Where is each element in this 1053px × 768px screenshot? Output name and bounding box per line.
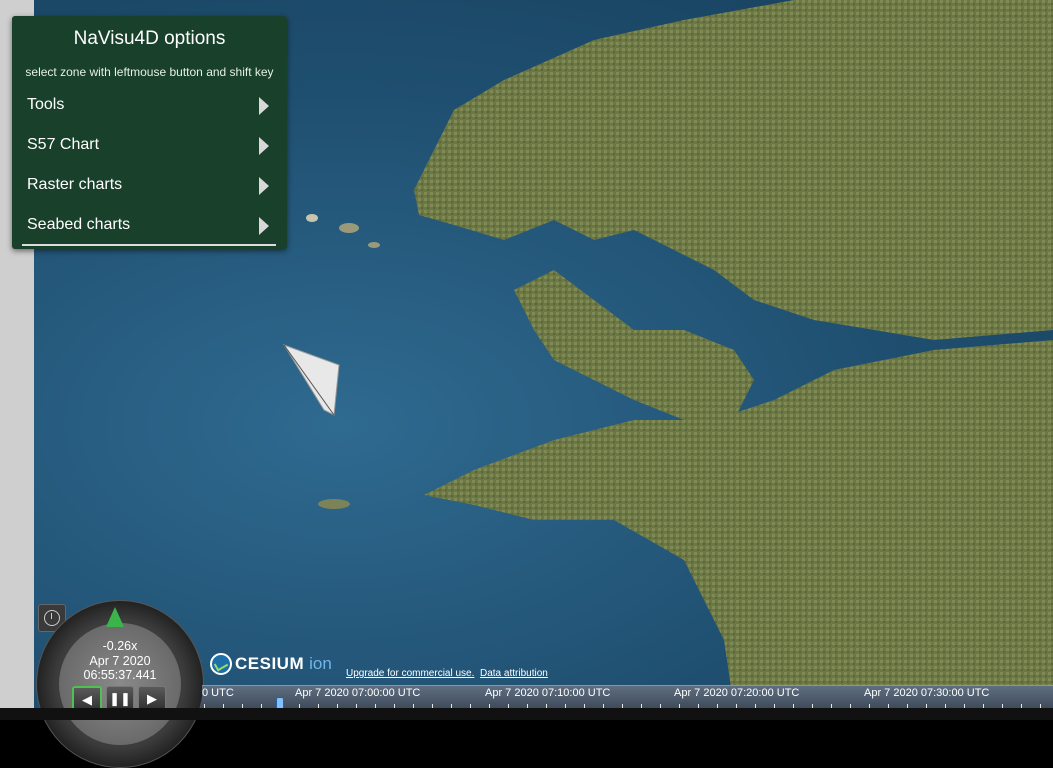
- clock-icon: [44, 610, 60, 626]
- animation-speed: -0.26x: [102, 639, 138, 653]
- data-attribution-link[interactable]: Data attribution: [480, 668, 548, 679]
- island-sein: [318, 499, 350, 509]
- animation-date: Apr 7 2020: [89, 654, 151, 668]
- cesium-ion-logo[interactable]: CESIUM ion: [210, 651, 332, 676]
- submenu-arrow-icon: [259, 97, 269, 115]
- menu-item-label: S57 Chart: [27, 136, 100, 153]
- logo-ion-text: ion: [309, 653, 332, 673]
- bottom-border: [0, 708, 1053, 720]
- timeline-label: Apr 7 2020 07:10:00 UTC: [485, 687, 611, 699]
- timeline[interactable]: 0 UTC Apr 7 2020 07:00:00 UTC Apr 7 2020…: [202, 685, 1053, 709]
- speed-needle-icon[interactable]: [106, 607, 124, 627]
- menu-item-s57-chart[interactable]: S57 Chart: [27, 127, 277, 163]
- timeline-label: Apr 7 2020 07:00:00 UTC: [295, 687, 421, 699]
- submenu-arrow-icon: [259, 217, 269, 235]
- submenu-arrow-icon: [259, 177, 269, 195]
- land-crozon: [514, 270, 754, 420]
- timeline-label: Apr 7 2020 07:30:00 UTC: [864, 687, 990, 699]
- play-reverse-icon: ◀: [82, 692, 92, 707]
- menu-divider: [22, 244, 276, 246]
- menu-item-tools[interactable]: Tools: [27, 87, 277, 123]
- menu-item-label: Tools: [27, 96, 65, 113]
- animation-time: 06:55:37.441: [83, 668, 157, 682]
- pause-icon: ❚❚: [109, 691, 131, 706]
- animation-widget: -0.26x Apr 7 2020 06:55:37.441 ◀ ❚❚ ▶: [36, 600, 204, 768]
- timeline-label: Apr 7 2020 07:20:00 UTC: [674, 687, 800, 699]
- island-ouessant: [306, 214, 318, 222]
- submenu-arrow-icon: [259, 137, 269, 155]
- menu-item-label: Raster charts: [27, 176, 123, 193]
- clock-hand: [51, 613, 52, 619]
- menu-item-raster-charts[interactable]: Raster charts: [27, 167, 277, 203]
- island-small: [368, 242, 380, 248]
- vessel-marker-icon[interactable]: [282, 344, 340, 416]
- menu-subtitle: select zone with leftmouse button and sh…: [25, 65, 274, 79]
- land-north: [414, 0, 1053, 340]
- menu-title: NaVisu4D options: [73, 28, 226, 49]
- upgrade-link[interactable]: Upgrade for commercial use.: [346, 668, 474, 679]
- menu-item-seabed-charts[interactable]: Seabed charts: [27, 207, 277, 243]
- logo-main-text: CESIUM: [235, 653, 305, 673]
- play-forward-icon: ▶: [147, 691, 157, 706]
- cesium-logo-icon: [210, 652, 232, 675]
- navisu-options-menu: NaVisu4D options select zone with leftmo…: [12, 16, 287, 249]
- menu-item-label: Seabed charts: [27, 216, 131, 233]
- timeline-label: 0 UTC: [202, 687, 234, 699]
- island-molene: [339, 223, 359, 233]
